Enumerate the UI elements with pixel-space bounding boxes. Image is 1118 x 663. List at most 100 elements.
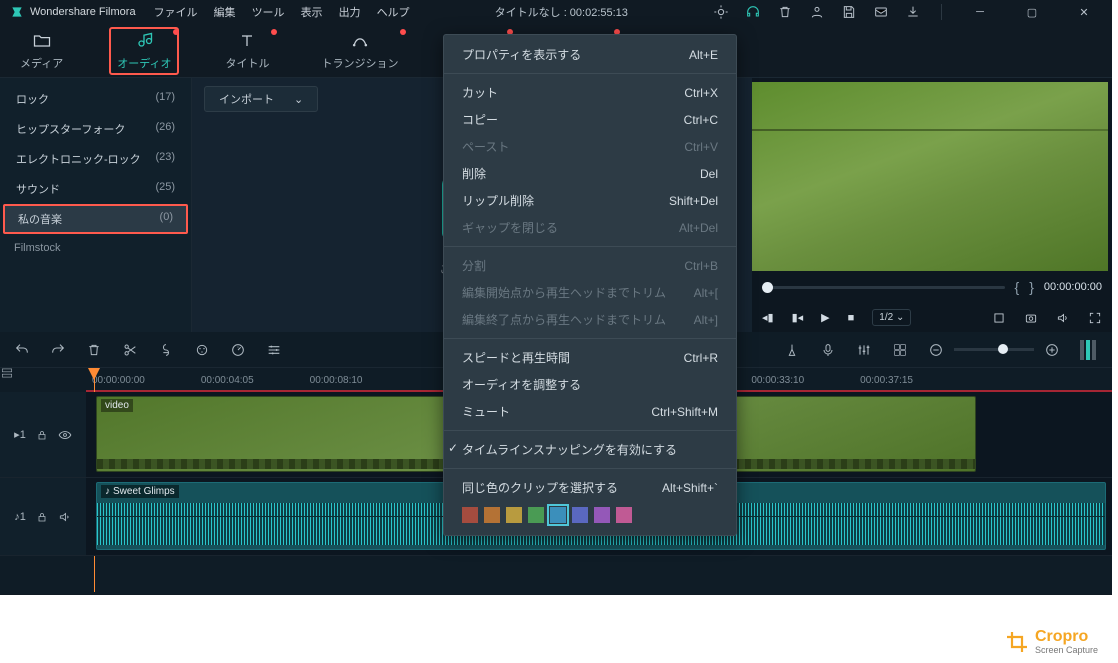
project-title: タイトルなし : 00:02:55:13 xyxy=(410,4,713,20)
expand-tracks-icon[interactable] xyxy=(0,366,86,380)
watermark: CroproScreen Capture xyxy=(1005,628,1098,655)
app-name: Wondershare Filmora xyxy=(30,6,136,18)
audio-category-sidebar: ロック(17) ヒップスターフォーク(26) エレクトロニック-ロック(23) … xyxy=(0,78,192,332)
audio-track-header[interactable]: ♪1 xyxy=(0,478,86,555)
audio-track-icon: ♪1 xyxy=(14,511,26,523)
ctx-item[interactable]: オーディオを調整する xyxy=(444,371,736,398)
chevron-down-icon: ⌄ xyxy=(294,93,303,106)
ctx-item: 編集終了点から再生ヘッドまでトリムAlt+] xyxy=(444,306,736,333)
stop-icon[interactable]: ■ xyxy=(848,312,855,324)
brightness-icon[interactable] xyxy=(713,4,729,20)
zoom-in-icon[interactable] xyxy=(1044,342,1060,358)
download-icon[interactable] xyxy=(905,4,921,20)
window-maximize[interactable]: ▢ xyxy=(1014,0,1050,24)
mark-out-icon[interactable]: } xyxy=(1029,279,1034,295)
audio-meter-icon xyxy=(1080,340,1098,360)
sidebar-item-my-music[interactable]: 私の音楽(0) xyxy=(3,204,188,234)
mark-in-icon[interactable]: { xyxy=(1015,279,1020,295)
ctx-item[interactable]: プロパティを表示するAlt+E xyxy=(444,41,736,68)
step-back-icon[interactable]: ▮◂ xyxy=(792,311,804,324)
menu-view[interactable]: 表示 xyxy=(301,4,323,20)
video-track-icon: ▸1 xyxy=(14,428,26,441)
save-icon[interactable] xyxy=(841,4,857,20)
window-minimize[interactable]: ─ xyxy=(962,0,998,24)
sidebar-filmstock[interactable]: Filmstock xyxy=(0,234,191,262)
video-track-header[interactable]: ▸1 xyxy=(0,392,86,477)
music-note-icon: ♪ xyxy=(105,486,110,497)
menu-help[interactable]: ヘルプ xyxy=(377,4,410,20)
ctx-item[interactable]: リップル削除Shift+Del xyxy=(444,187,736,214)
tab-audio[interactable]: オーディオ xyxy=(109,27,179,75)
playback-rate[interactable]: 1/2 ⌄ xyxy=(872,309,911,326)
user-icon[interactable] xyxy=(809,4,825,20)
tab-title[interactable]: タイトル xyxy=(219,29,275,73)
prev-frame-icon[interactable]: ◂▮ xyxy=(762,311,774,324)
preview-video[interactable] xyxy=(752,82,1108,271)
app-logo-icon xyxy=(10,5,24,19)
color-swatch[interactable] xyxy=(616,507,632,523)
sidebar-item-sound[interactable]: サウンド(25) xyxy=(0,174,191,204)
volume-icon[interactable] xyxy=(1056,311,1070,325)
ctx-item: 分割Ctrl+B xyxy=(444,252,736,279)
snapshot-icon[interactable] xyxy=(1024,311,1038,325)
mixer-icon[interactable] xyxy=(856,342,872,358)
menu-output[interactable]: 出力 xyxy=(339,4,361,20)
visibility-icon[interactable] xyxy=(58,428,72,442)
menu-edit[interactable]: 編集 xyxy=(214,4,236,20)
sidebar-item-rock[interactable]: ロック(17) xyxy=(0,84,191,114)
marker-icon[interactable] xyxy=(784,342,800,358)
settings-icon[interactable] xyxy=(266,342,282,358)
ctx-item: ギャップを閉じるAlt+Del xyxy=(444,214,736,241)
mic-icon[interactable] xyxy=(820,342,836,358)
color-swatch[interactable] xyxy=(528,507,544,523)
lock-icon[interactable] xyxy=(36,511,48,523)
notification-dot-icon xyxy=(400,29,406,35)
cut-icon[interactable] xyxy=(122,342,138,358)
ctx-item[interactable]: タイムラインスナッピングを有効にする xyxy=(444,436,736,463)
delete-icon[interactable] xyxy=(86,342,102,358)
ctx-item[interactable]: コピーCtrl+C xyxy=(444,106,736,133)
menu-file[interactable]: ファイル xyxy=(154,4,198,20)
share-icon[interactable] xyxy=(873,4,889,20)
sidebar-item-electronic[interactable]: エレクトロニック-ロック(23) xyxy=(0,144,191,174)
color-icon[interactable] xyxy=(194,342,210,358)
headphones-icon[interactable] xyxy=(745,4,761,20)
preview-timecode: 00:00:00:00 xyxy=(1044,281,1102,293)
ctx-item[interactable]: 同じ色のクリップを選択するAlt+Shift+` xyxy=(444,474,736,501)
context-menu: プロパティを表示するAlt+E カットCtrl+XコピーCtrl+CペーストCtr… xyxy=(443,34,737,536)
speed-icon[interactable] xyxy=(230,342,246,358)
zoom-slider[interactable] xyxy=(954,348,1034,351)
ctx-item: ペーストCtrl+V xyxy=(444,133,736,160)
text-tool-icon[interactable] xyxy=(158,342,174,358)
color-swatch[interactable] xyxy=(506,507,522,523)
crop-preview-icon[interactable] xyxy=(992,311,1006,325)
zoom-out-icon[interactable] xyxy=(928,342,944,358)
menu-tool[interactable]: ツール xyxy=(252,4,285,20)
color-swatch[interactable] xyxy=(572,507,588,523)
import-button[interactable]: インポート⌄ xyxy=(204,86,318,112)
ctx-item[interactable]: カットCtrl+X xyxy=(444,79,736,106)
color-swatch[interactable] xyxy=(550,507,566,523)
notification-dot-icon xyxy=(271,29,277,35)
mute-icon[interactable] xyxy=(58,510,72,524)
tab-transition[interactable]: トランジション xyxy=(315,29,404,73)
trash-icon[interactable] xyxy=(777,4,793,20)
notification-dot-icon xyxy=(173,29,179,35)
color-swatch[interactable] xyxy=(594,507,610,523)
ctx-item: 編集開始点から再生ヘッドまでトリムAlt+[ xyxy=(444,279,736,306)
window-close[interactable]: ✕ xyxy=(1066,0,1102,24)
preview-scrubber[interactable] xyxy=(762,286,1005,289)
sidebar-item-hipster[interactable]: ヒップスターフォーク(26) xyxy=(0,114,191,144)
ctx-item[interactable]: ミュートCtrl+Shift+M xyxy=(444,398,736,425)
color-swatch[interactable] xyxy=(484,507,500,523)
play-icon[interactable]: ▶ xyxy=(821,311,829,324)
ctx-item[interactable]: 削除Del xyxy=(444,160,736,187)
fullscreen-icon[interactable] xyxy=(1088,311,1102,325)
grid-icon[interactable] xyxy=(892,342,908,358)
tab-media[interactable]: メディア xyxy=(14,29,69,73)
ctx-item[interactable]: スピードと再生時間Ctrl+R xyxy=(444,344,736,371)
main-menu: ファイル 編集 ツール 表示 出力 ヘルプ xyxy=(154,4,410,20)
cropro-logo-icon xyxy=(1005,630,1029,654)
lock-icon[interactable] xyxy=(36,429,48,441)
color-swatch[interactable] xyxy=(462,507,478,523)
